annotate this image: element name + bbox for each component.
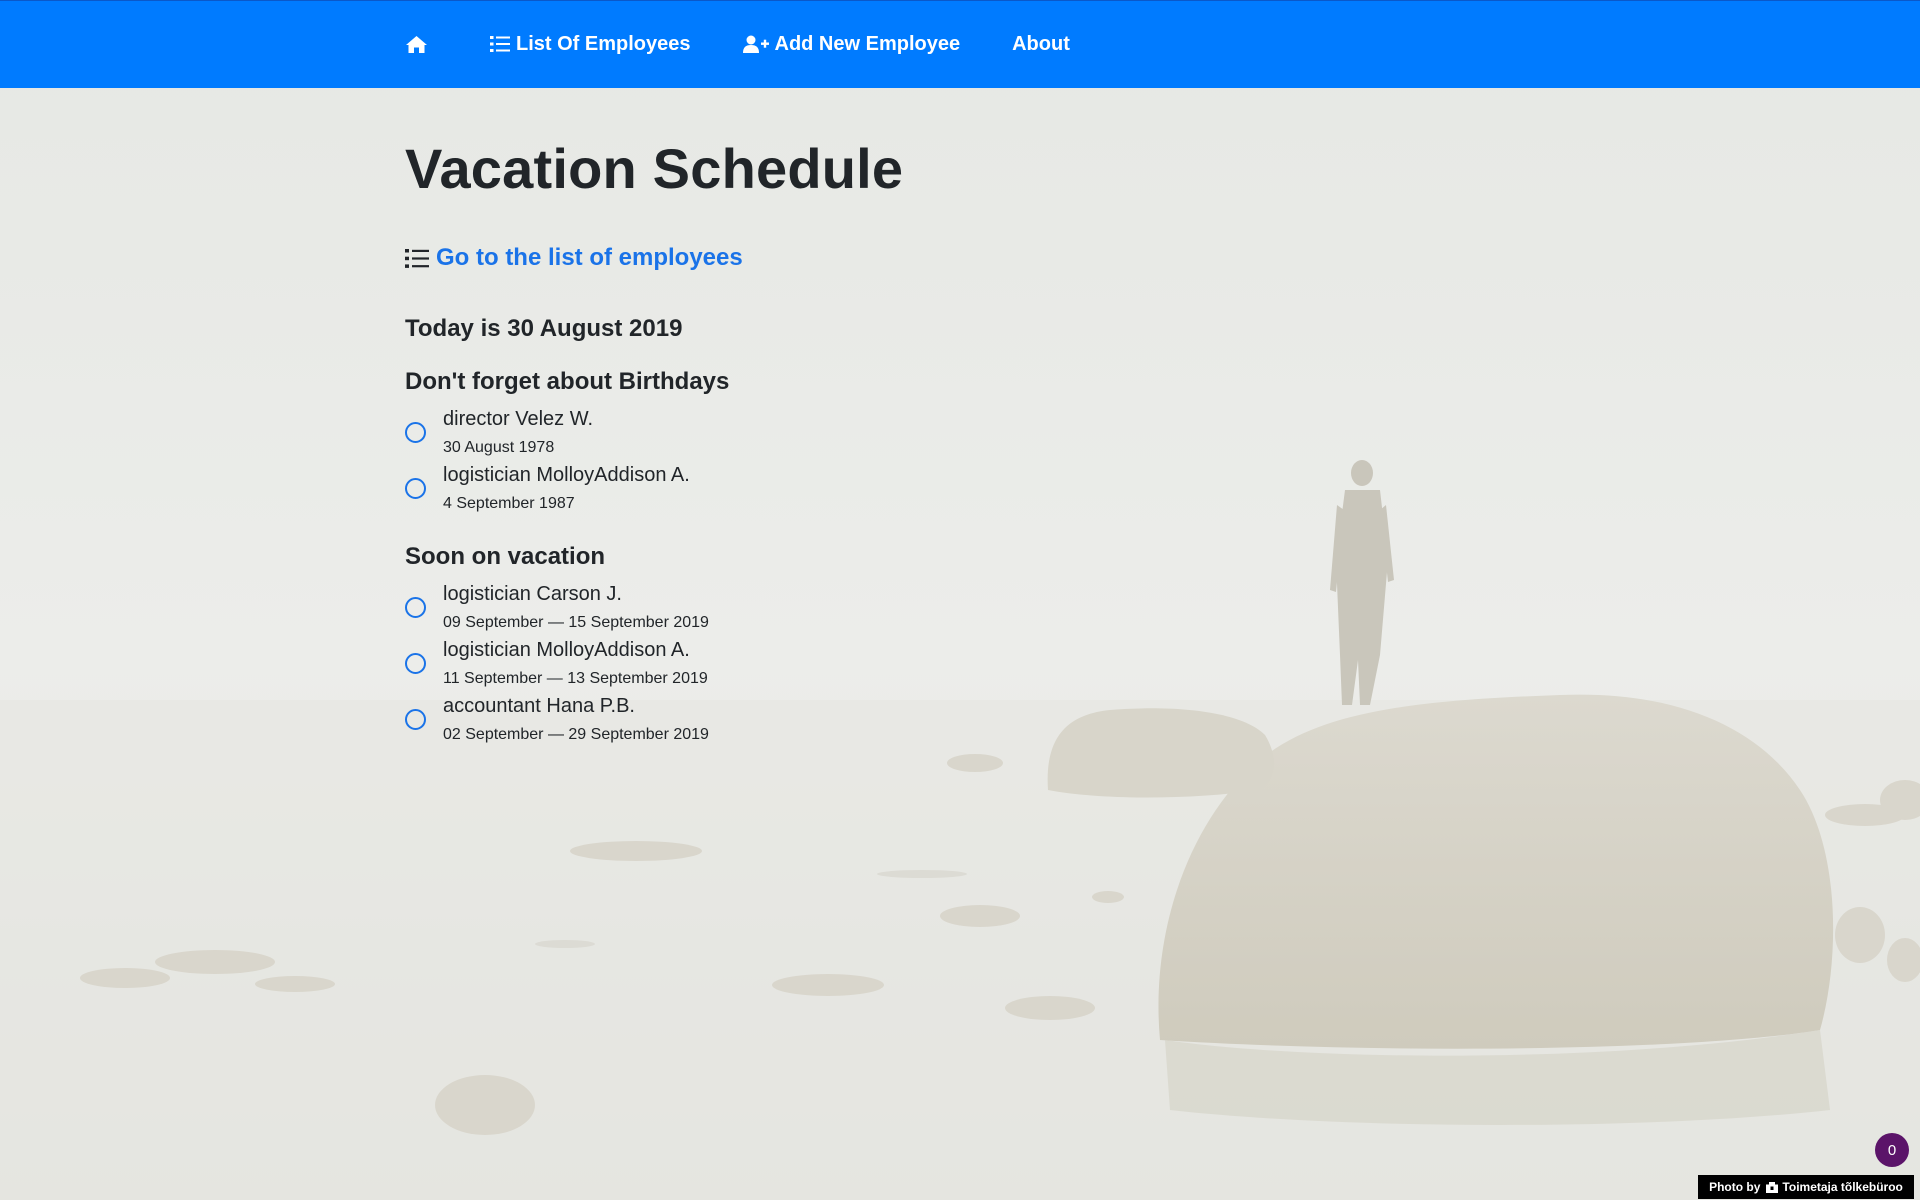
vacation-radio[interactable] [405, 652, 426, 674]
nav-list-of-employees-label: List Of Employees [516, 32, 691, 55]
birthday-radio[interactable] [405, 421, 426, 443]
birthday-date: 4 September 1987 [443, 494, 575, 512]
camera-icon [1766, 1181, 1779, 1193]
today-heading: Today is 30 August 2019 [405, 315, 683, 343]
vacation-name: logistician MolloyAddison A. [443, 638, 690, 661]
nav-add-new-employee-label: Add New Employee [774, 32, 961, 55]
nav-add-new-employee[interactable]: Add New Employee [742, 32, 961, 56]
vacation-radio[interactable] [405, 596, 426, 618]
nav-list-of-employees[interactable]: List Of Employees [490, 33, 691, 56]
birthday-item: logistician MolloyAddison A. 4 September… [405, 460, 1505, 516]
main-content: Vacation Schedule Go to the list of empl… [405, 88, 1505, 747]
page-title: Vacation Schedule [405, 137, 904, 200]
birthday-name: director Velez W. [443, 407, 594, 430]
home-nav-link[interactable] [405, 35, 434, 54]
home-icon [405, 35, 428, 54]
list-icon [405, 248, 429, 269]
vacation-name: logistician Carson J. [443, 582, 622, 605]
vacation-heading: Soon on vacation [405, 543, 606, 571]
vacation-radio[interactable] [405, 708, 426, 730]
top-navbar: List Of Employees Add New Employee About [0, 0, 1920, 88]
birthdays-list: director Velez W. 30 August 1978 logisti… [405, 404, 1505, 516]
go-to-employees-link[interactable]: Go to the list of employees [405, 244, 743, 272]
vacation-dates: 09 September — 15 September 2019 [443, 613, 709, 631]
go-to-employees-label: Go to the list of employees [436, 244, 743, 272]
vacation-name: accountant Hana P.B. [443, 694, 635, 717]
vacation-item: logistician Carson J. 09 September — 15 … [405, 579, 1505, 635]
list-icon [490, 35, 510, 53]
nav-about[interactable]: About [1012, 33, 1070, 56]
notification-badge[interactable]: 0 [1875, 1133, 1909, 1167]
birthday-item: director Velez W. 30 August 1978 [405, 404, 1505, 460]
birthday-name: logistician MolloyAddison A. [443, 463, 690, 486]
vacation-item: logistician MolloyAddison A. 11 Septembe… [405, 635, 1505, 691]
birthday-radio[interactable] [405, 477, 426, 499]
user-plus-icon [742, 35, 769, 54]
vacation-dates: 11 September — 13 September 2019 [443, 669, 708, 687]
vacation-list: logistician Carson J. 09 September — 15 … [405, 579, 1505, 747]
photo-credit-author: Toimetaja tõlkebüroo [1782, 1180, 1903, 1194]
vacation-item: accountant Hana P.B. 02 September — 29 S… [405, 691, 1505, 747]
vacation-dates: 02 September — 29 September 2019 [443, 725, 709, 743]
nav-links: List Of Employees Add New Employee About [405, 1, 1122, 87]
photo-credit-prefix: Photo by [1709, 1180, 1761, 1194]
birthdays-heading: Don't forget about Birthdays [405, 368, 730, 396]
birthday-date: 30 August 1978 [443, 438, 555, 456]
photo-credit[interactable]: Photo by Toimetaja tõlkebüroo [1698, 1175, 1914, 1199]
